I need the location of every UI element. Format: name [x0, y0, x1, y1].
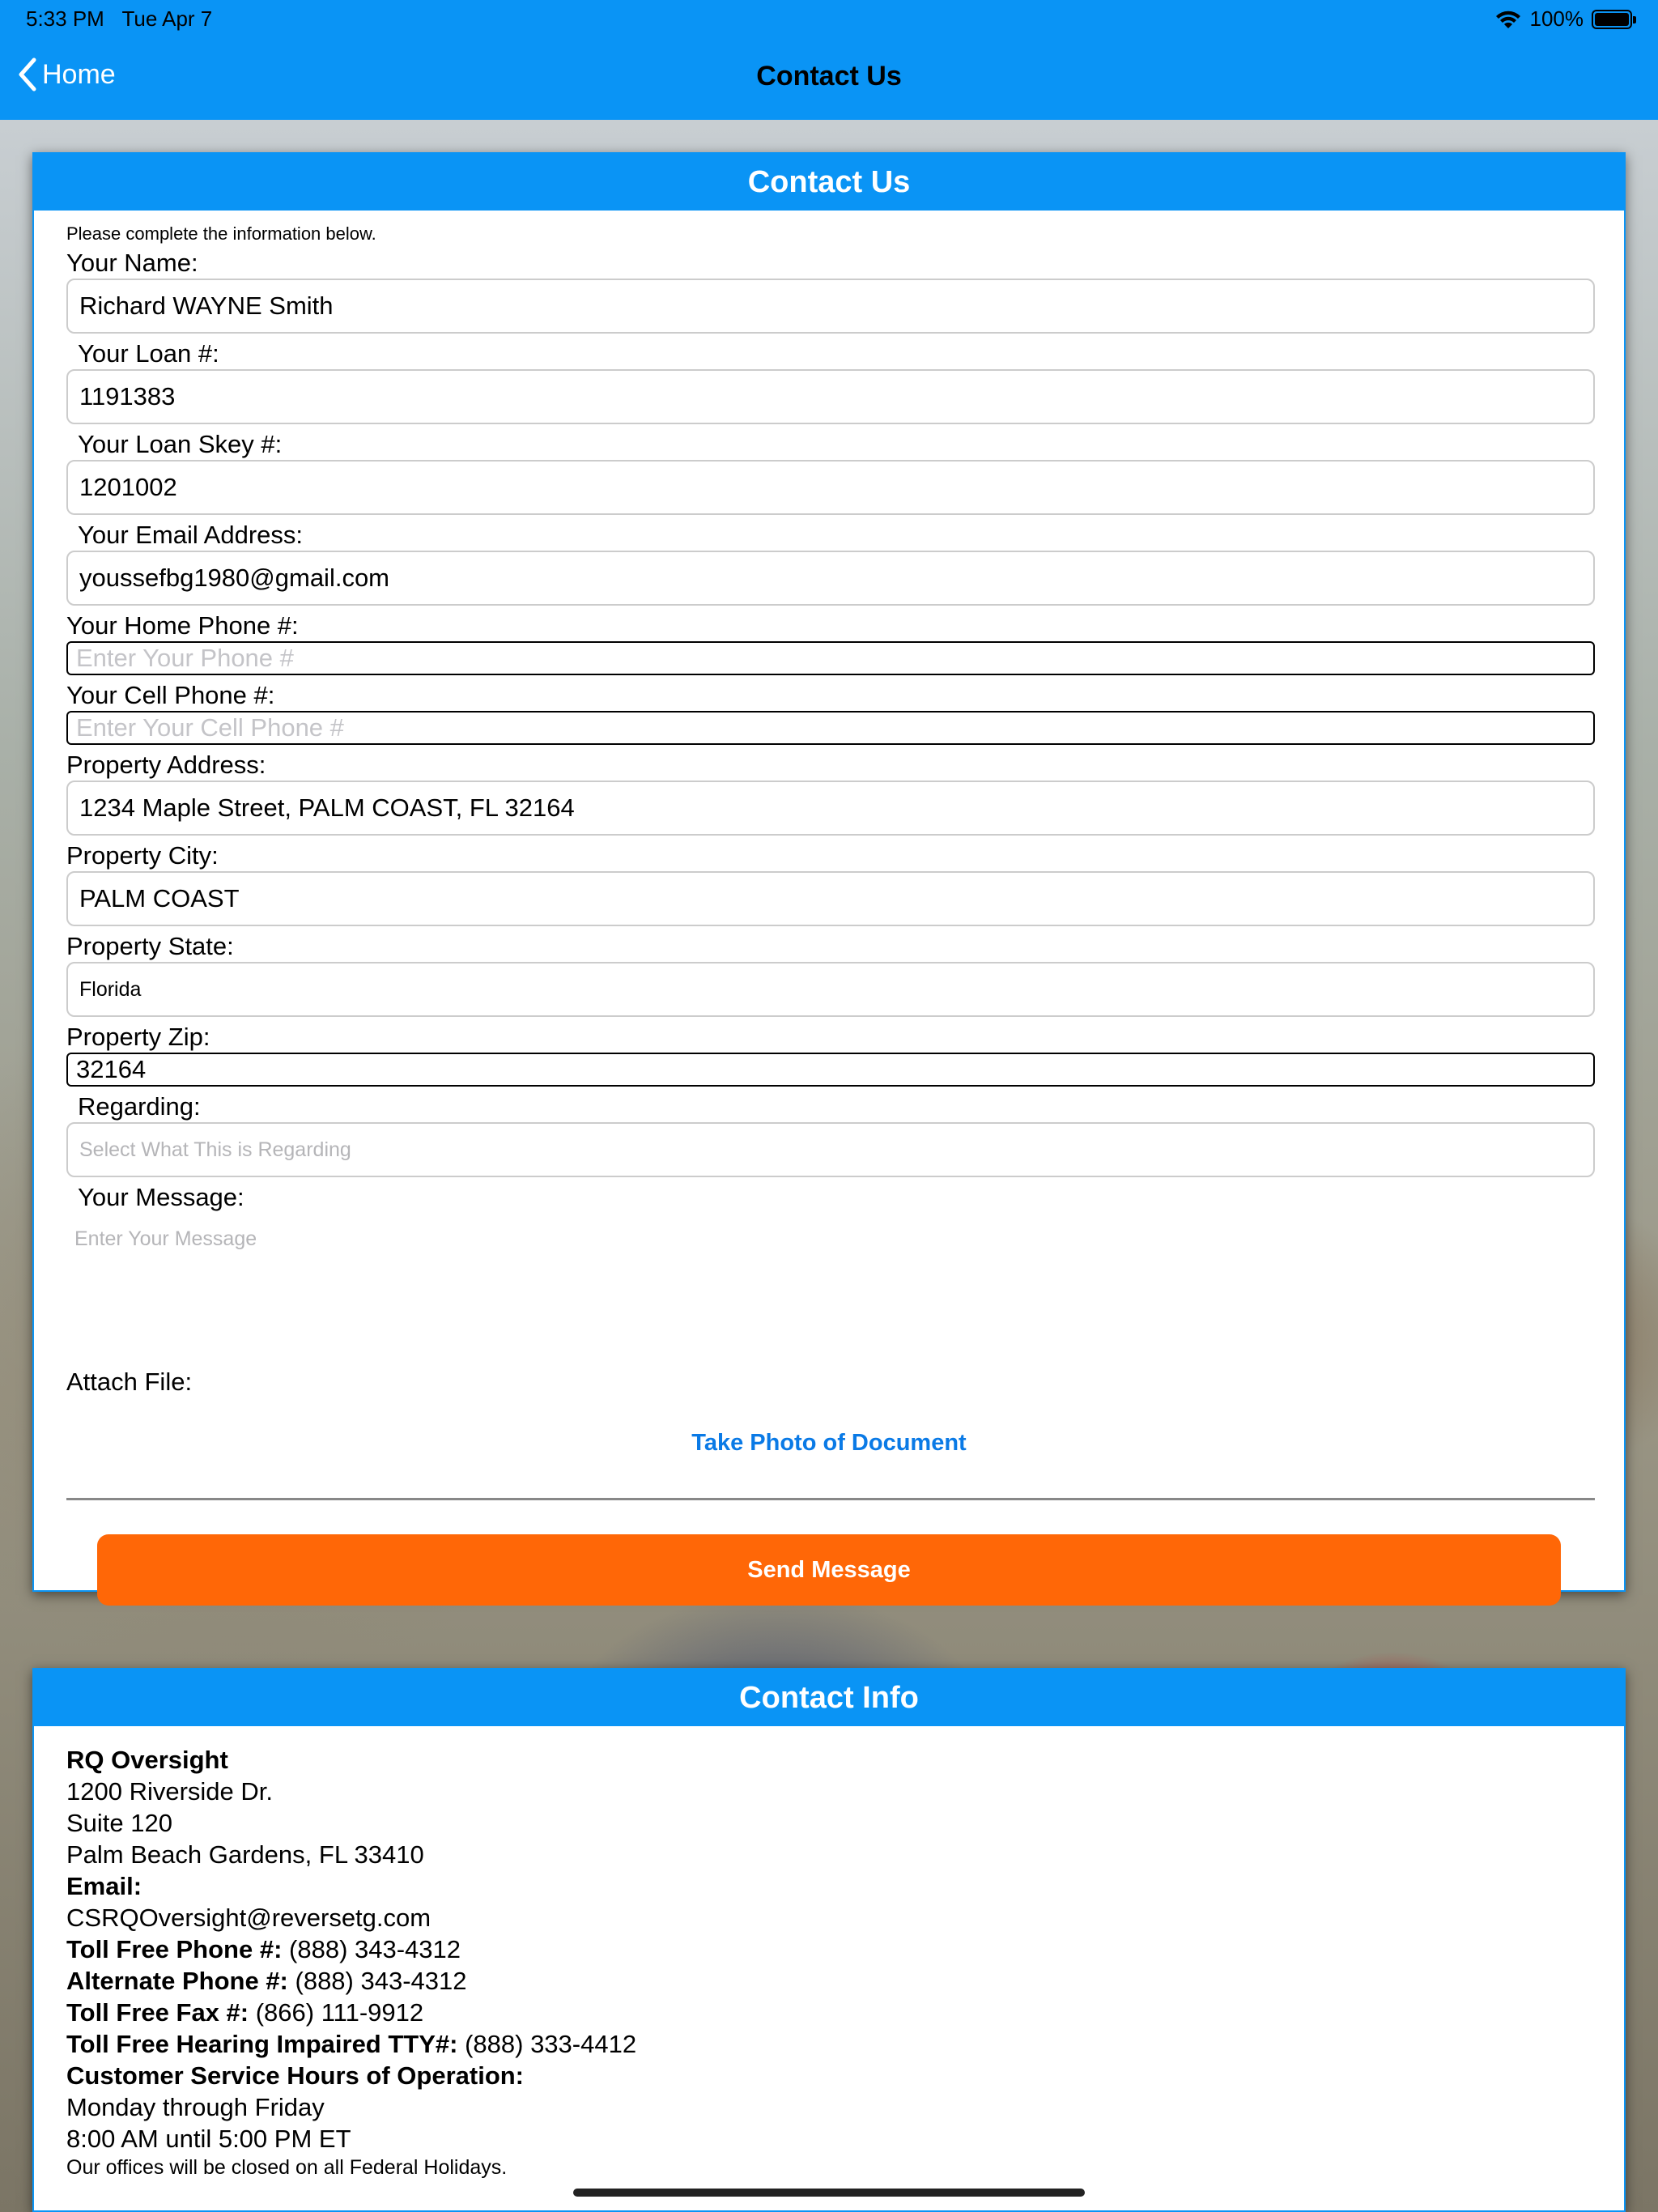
send-message-button[interactable]: Send Message: [97, 1534, 1561, 1606]
loan-value: 1191383: [79, 382, 176, 410]
email-label: Your Email Address:: [78, 521, 304, 549]
toll-free-row: Toll Free Phone #: (888) 343-4312: [66, 1933, 1592, 1965]
home-indicator[interactable]: [573, 2189, 1085, 2197]
status-indicators: 100%: [1494, 6, 1636, 32]
zip-label: Property Zip:: [66, 1023, 210, 1051]
skey-label: Your Loan Skey #:: [78, 430, 283, 458]
fax-label: Toll Free Fax #:: [66, 1998, 249, 2027]
attach-file-label: Attach File:: [66, 1368, 193, 1396]
contact-form-card: Contact Us Please complete the informati…: [32, 152, 1626, 1606]
toll-free-value[interactable]: (888) 343-4312: [282, 1935, 461, 1963]
form-divider: [66, 1498, 1595, 1500]
loan-field[interactable]: 1191383: [66, 369, 1595, 424]
info-body: RQ Oversight 1200 Riverside Dr. Suite 12…: [34, 1726, 1624, 2180]
email-field[interactable]: youssefbg1980@gmail.com: [66, 551, 1595, 606]
message-textarea[interactable]: Enter Your Message: [66, 1213, 1592, 1363]
name-field[interactable]: Richard WAYNE Smith: [66, 279, 1595, 334]
contact-info-card: Contact Info RQ Oversight 1200 Riverside…: [32, 1668, 1626, 2212]
email-heading: Email:: [66, 1872, 142, 1900]
home-phone-field[interactable]: Enter Your Phone #: [66, 641, 1595, 675]
state-label: Property State:: [66, 932, 234, 960]
email-value: youssefbg1980@gmail.com: [79, 564, 390, 592]
tty-row: Toll Free Hearing Impaired TTY#: (888) 3…: [66, 2028, 1592, 2060]
tty-label: Toll Free Hearing Impaired TTY#:: [66, 2030, 458, 2058]
company-name: RQ Oversight: [66, 1746, 228, 1774]
regarding-placeholder: Select What This is Regarding: [79, 1138, 351, 1161]
city-label: Property City:: [66, 841, 219, 870]
wifi-icon: [1495, 11, 1520, 28]
name-label: Your Name:: [66, 249, 198, 277]
address-line-1: 1200 Riverside Dr.: [66, 1777, 274, 1806]
cell-phone-field[interactable]: Enter Your Cell Phone #: [66, 711, 1595, 745]
hours-days: Monday through Friday: [66, 2093, 325, 2121]
battery-percent: 100%: [1529, 6, 1584, 31]
battery-icon: [1592, 9, 1636, 29]
city-field[interactable]: PALM COAST: [66, 871, 1595, 926]
hours-heading: Customer Service Hours of Operation:: [66, 2061, 525, 2090]
take-photo-button[interactable]: Take Photo of Document: [66, 1430, 1592, 1462]
zip-value: 32164: [76, 1055, 147, 1083]
address-label: Property Address:: [66, 751, 266, 779]
form-body: Please complete the information below. Y…: [34, 223, 1624, 1606]
state-value: Florida: [79, 977, 142, 1001]
fax-value: (866) 111-9912: [249, 1998, 424, 2027]
status-time: 5:33 PM Tue Apr 7: [26, 6, 212, 32]
address-value: 1234 Maple Street, PALM COAST, FL 32164: [79, 793, 575, 822]
cell-phone-label: Your Cell Phone #:: [66, 681, 275, 709]
alt-phone-value[interactable]: (888) 343-4312: [288, 1967, 467, 1995]
city-value: PALM COAST: [79, 884, 240, 912]
skey-value: 1201002: [79, 473, 177, 501]
zip-field[interactable]: 32164: [66, 1053, 1595, 1087]
regarding-select[interactable]: Select What This is Regarding: [66, 1122, 1595, 1177]
state-select[interactable]: Florida: [66, 962, 1595, 1017]
form-hint: Please complete the information below.: [66, 223, 376, 244]
status-date-text: Tue Apr 7: [121, 6, 213, 31]
cell-phone-placeholder: Enter Your Cell Phone #: [76, 713, 344, 742]
fax-row: Toll Free Fax #: (866) 111-9912: [66, 1997, 1592, 2028]
nav-title: Contact Us: [756, 61, 902, 91]
top-bar: 5:33 PM Tue Apr 7 100% Home Contact Us: [0, 0, 1658, 120]
alt-phone-label: Alternate Phone #:: [66, 1967, 288, 1995]
toll-free-label: Toll Free Phone #:: [66, 1935, 283, 1963]
message-label: Your Message:: [78, 1183, 244, 1211]
form-header: Contact Us: [34, 154, 1624, 211]
loan-label: Your Loan #:: [78, 339, 219, 368]
address-field[interactable]: 1234 Maple Street, PALM COAST, FL 32164: [66, 781, 1595, 836]
address-line-2: Suite 120: [66, 1809, 172, 1837]
home-phone-placeholder: Enter Your Phone #: [76, 644, 294, 672]
home-phone-label: Your Home Phone #:: [66, 611, 299, 640]
alt-phone-row: Alternate Phone #: (888) 343-4312: [66, 1965, 1592, 1997]
info-header: Contact Info: [34, 1670, 1624, 1726]
skey-field[interactable]: 1201002: [66, 460, 1595, 515]
message-placeholder: Enter Your Message: [74, 1227, 257, 1250]
address-line-3: Palm Beach Gardens, FL 33410: [66, 1840, 424, 1869]
status-time-text: 5:33 PM: [26, 6, 104, 31]
name-value: Richard WAYNE Smith: [79, 291, 334, 320]
regarding-label: Regarding:: [78, 1092, 201, 1121]
hours-time: 8:00 AM until 5:00 PM ET: [66, 2125, 351, 2153]
holiday-note: Our offices will be closed on all Federa…: [66, 2156, 508, 2179]
contact-email[interactable]: CSRQOversight@reversetg.com: [66, 1902, 1592, 1933]
tty-value[interactable]: (888) 333-4412: [457, 2030, 636, 2058]
